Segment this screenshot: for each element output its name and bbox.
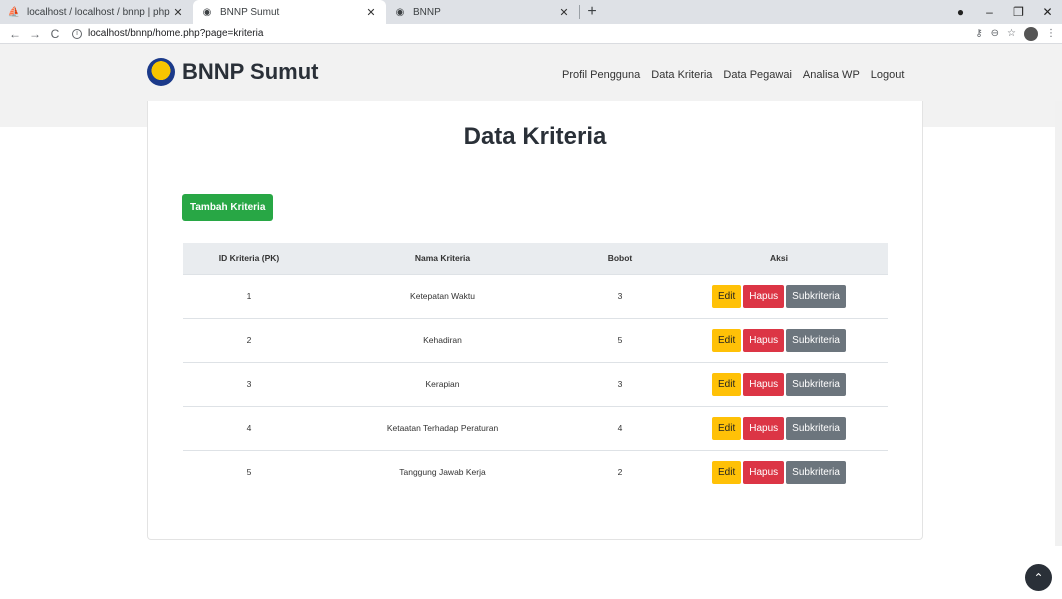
cell-bobot: 2	[617, 467, 623, 478]
browser-tab-bnnp[interactable]: ◉ BNNP ✕	[386, 0, 579, 24]
close-tab-icon[interactable]: ✕	[557, 6, 571, 19]
main-menu: Profil Pengguna Data Kriteria Data Pegaw…	[562, 69, 904, 81]
table-row: 2 Kehadiran 5 Edit Hapus Subkriteria	[183, 318, 888, 362]
url-text: localhost/bnnp/home.php?page=kriteria	[88, 28, 264, 39]
scroll-to-top-button[interactable]: ⌃	[1025, 564, 1052, 591]
cell-id: 3	[246, 379, 252, 389]
cell-aksi: Edit Hapus Subkriteria	[670, 362, 888, 406]
page-viewport: BNNP Sumut Profil Pengguna Data Kriteria…	[0, 44, 1062, 599]
cell-nama: Kehadiran	[423, 335, 462, 345]
table-row: 4 Ketaatan Terhadap Peraturan 4 Edit Hapus Su…	[183, 406, 888, 450]
avatar[interactable]	[1024, 26, 1038, 41]
page-scrollbar[interactable]	[1055, 101, 1062, 546]
window-controls: ● – ❐ ✕	[946, 0, 1062, 24]
bnnp-logo-icon	[147, 58, 175, 86]
omnibox-actions: ⚷ ⊖ ☆ ⋮	[975, 26, 1056, 41]
close-window-icon[interactable]: ✕	[1033, 5, 1062, 19]
key-icon[interactable]: ⚷	[975, 28, 982, 39]
hapus-button[interactable]: Hapus	[743, 328, 785, 352]
cell-bobot: 4	[617, 423, 623, 433]
minimize-icon[interactable]: –	[975, 5, 1004, 19]
menu-item-data-kriteria[interactable]: Data Kriteria	[651, 69, 712, 81]
cell-id: 1	[246, 291, 252, 301]
info-icon[interactable]: i	[72, 28, 82, 39]
edit-button[interactable]: Edit	[712, 416, 742, 440]
new-tab-button[interactable]: +	[580, 0, 604, 24]
edit-button[interactable]: Edit	[712, 284, 742, 308]
column-header-bobot: Bobot	[607, 253, 633, 264]
column-header-aksi: Aksi	[770, 253, 788, 264]
cell-aksi: Edit Hapus Subkriteria	[670, 450, 888, 494]
back-icon[interactable]: ←	[6, 27, 24, 41]
subkriteria-button[interactable]: Subkriteria	[786, 372, 846, 396]
brand-name: BNNP Sumut	[182, 59, 319, 84]
browser-tab-bnnp-sumut[interactable]: ◉ BNNP Sumut ✕	[193, 0, 386, 24]
subkriteria-button[interactable]: Subkriteria	[786, 284, 846, 308]
edit-button[interactable]: Edit	[712, 328, 742, 352]
cell-aksi: Edit Hapus Subkriteria	[670, 274, 888, 318]
cell-nama: Kerapian	[425, 379, 460, 389]
zoom-icon[interactable]: ⊖	[991, 28, 999, 39]
profile-icon[interactable]: ●	[946, 5, 975, 19]
table-row: 1 Ketepatan Waktu 3 Edit Hapus Subkriteria	[183, 274, 888, 318]
table-row: 3 Kerapian 3 Edit Hapus Subkriteria	[183, 362, 888, 406]
restore-icon[interactable]: ❐	[1004, 5, 1033, 19]
column-header-id: ID Kriteria (PK)	[218, 253, 280, 264]
column-header-nama: Nama Kriteria	[414, 253, 471, 264]
hapus-button[interactable]: Hapus	[743, 416, 785, 440]
close-tab-icon[interactable]: ✕	[171, 6, 185, 19]
cell-id: 4	[246, 423, 252, 433]
table-row: 5 Tanggung Jawab Kerja 2 Edit Hapus Subkriter…	[183, 450, 888, 494]
cell-aksi: Edit Hapus Subkriteria	[670, 406, 888, 450]
brand[interactable]: BNNP Sumut	[147, 58, 319, 86]
cell-aksi: Edit Hapus Subkriteria	[670, 318, 888, 362]
table-header-row: ID Kriteria (PK) Nama Kriteria Bobot Aks…	[183, 243, 888, 274]
subkriteria-button[interactable]: Subkriteria	[786, 460, 846, 484]
add-kriteria-button[interactable]: Tambah Kriteria	[182, 194, 274, 221]
browser-tab-phpmyadmin[interactable]: ⛵ localhost / localhost / bnnp | php ✕	[0, 0, 193, 24]
menu-item-logout[interactable]: Logout	[871, 69, 905, 81]
menu-item-analisa-wp[interactable]: Analisa WP	[803, 69, 860, 81]
subkriteria-button[interactable]: Subkriteria	[786, 328, 846, 352]
forward-icon[interactable]: →	[26, 27, 44, 41]
cell-bobot: 3	[617, 291, 623, 301]
cell-nama: Tanggung Jawab Kerja	[399, 467, 486, 478]
cell-id: 5	[246, 467, 252, 478]
kebab-menu-icon[interactable]: ⋮	[1046, 28, 1056, 39]
page-title: Data Kriteria	[463, 123, 607, 150]
subkriteria-button[interactable]: Subkriteria	[786, 416, 846, 440]
cell-id: 2	[246, 335, 252, 345]
edit-button[interactable]: Edit	[712, 372, 742, 396]
content-card: Data Kriteria Tambah Kriteria ID Kriteri…	[147, 101, 923, 540]
cell-bobot: 3	[617, 379, 623, 389]
cell-nama: Ketepatan Waktu	[410, 291, 475, 301]
globe-icon: ◉	[202, 6, 212, 18]
cell-nama: Ketaatan Terhadap Peraturan	[386, 423, 499, 433]
menu-item-data-pegawai[interactable]: Data Pegawai	[723, 69, 792, 81]
chevron-up-icon: ⌃	[1033, 570, 1044, 585]
reload-icon[interactable]: C	[46, 27, 64, 41]
star-icon[interactable]: ☆	[1007, 28, 1016, 39]
edit-button[interactable]: Edit	[712, 460, 742, 484]
kriteria-table: ID Kriteria (PK) Nama Kriteria Bobot Aks…	[183, 243, 888, 494]
menu-item-profil-pengguna[interactable]: Profil Pengguna	[562, 69, 640, 81]
phpmyadmin-icon: ⛵	[7, 6, 21, 18]
tab-title: BNNP	[413, 6, 441, 18]
hapus-button[interactable]: Hapus	[743, 372, 785, 396]
tab-title: BNNP Sumut	[220, 6, 280, 18]
cell-bobot: 5	[617, 335, 623, 345]
address-bar-row: ← → C i localhost/bnnp/home.php?page=kri…	[0, 24, 1062, 44]
browser-tab-strip: ⛵ localhost / localhost / bnnp | php ✕ ◉…	[0, 0, 1062, 24]
hapus-button[interactable]: Hapus	[743, 284, 785, 308]
tab-title: localhost / localhost / bnnp | php	[27, 6, 170, 18]
hapus-button[interactable]: Hapus	[743, 460, 785, 484]
address-field[interactable]: i localhost/bnnp/home.php?page=kriteria	[72, 28, 263, 39]
globe-icon: ◉	[395, 6, 405, 18]
close-tab-icon[interactable]: ✕	[364, 6, 378, 19]
